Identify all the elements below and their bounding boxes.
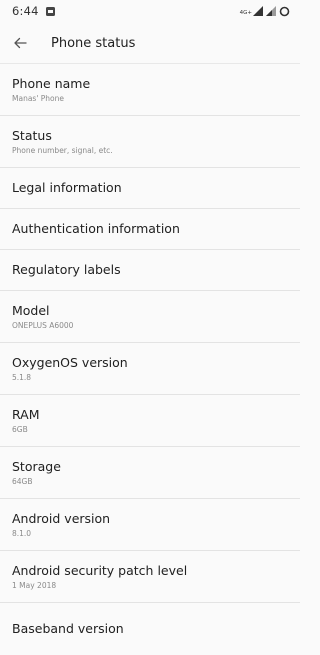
- network-type-label: 4G+: [239, 9, 252, 16]
- list-item-subtitle: Phone number, signal, etc.: [12, 145, 113, 155]
- list-item-subtitle: 5.1.8: [12, 372, 32, 382]
- app-bar: Phone status: [0, 22, 300, 64]
- list-item-subtitle: 64GB: [12, 476, 33, 486]
- list-item-model[interactable]: Model ONEPLUS A6000: [0, 291, 300, 343]
- list-item-storage[interactable]: Storage 64GB: [0, 447, 300, 499]
- list-item-authentication-information[interactable]: Authentication information: [0, 209, 300, 250]
- list-item-title: Android security patch level: [12, 562, 188, 578]
- list-item-status[interactable]: Status Phone number, signal, etc.: [0, 116, 300, 168]
- list-item-phone-name[interactable]: Phone name Manas' Phone: [0, 64, 300, 116]
- list-item-title: Phone name: [12, 75, 91, 91]
- list-item-regulatory-labels[interactable]: Regulatory labels: [0, 250, 300, 291]
- signal-strength-icon: [253, 6, 263, 16]
- list-item-oxygenos-version[interactable]: OxygenOS version 5.1.8: [0, 343, 300, 395]
- list-item-subtitle: ONEPLUS A6000: [12, 320, 74, 330]
- status-bar-right: 4G+: [240, 6, 290, 17]
- list-item-security-patch-level[interactable]: Android security patch level 1 May 2018: [0, 551, 300, 603]
- arrow-back-icon: [14, 37, 27, 49]
- status-bar-left: 6:44: [12, 4, 55, 18]
- list-item-title: Status: [12, 127, 52, 143]
- list-item-subtitle: 1 May 2018: [12, 580, 57, 590]
- list-item-title: RAM: [12, 406, 40, 422]
- list-item-title: Legal information: [12, 180, 122, 195]
- list-item-title: Baseband version: [12, 621, 124, 636]
- list-item-legal-information[interactable]: Legal information: [0, 168, 300, 209]
- list-item-ram[interactable]: RAM 6GB: [0, 395, 300, 447]
- status-bar: 6:44 4G+: [0, 0, 300, 22]
- list-item-title: Authentication information: [12, 221, 180, 236]
- list-item-subtitle: 8.1.0: [12, 528, 32, 538]
- battery-ring-icon: [279, 6, 290, 17]
- list-item-title: Regulatory labels: [12, 262, 121, 277]
- signal-strength-secondary-icon: [266, 6, 276, 16]
- list-item-title: OxygenOS version: [12, 354, 128, 370]
- page-title: Phone status: [51, 35, 136, 51]
- message-notification-icon: [45, 6, 55, 16]
- settings-list: Phone name Manas' Phone Status Phone num…: [0, 64, 300, 655]
- list-item-subtitle: Manas' Phone: [12, 93, 65, 103]
- list-item-baseband-version[interactable]: Baseband version: [0, 603, 300, 655]
- list-item-title: Storage: [12, 458, 61, 474]
- list-item-title: Model: [12, 302, 50, 318]
- list-item-android-version[interactable]: Android version 8.1.0: [0, 499, 300, 551]
- back-button[interactable]: [6, 29, 34, 57]
- list-item-subtitle: 6GB: [12, 424, 28, 434]
- status-time: 6:44: [12, 4, 39, 18]
- list-item-title: Android version: [12, 510, 111, 526]
